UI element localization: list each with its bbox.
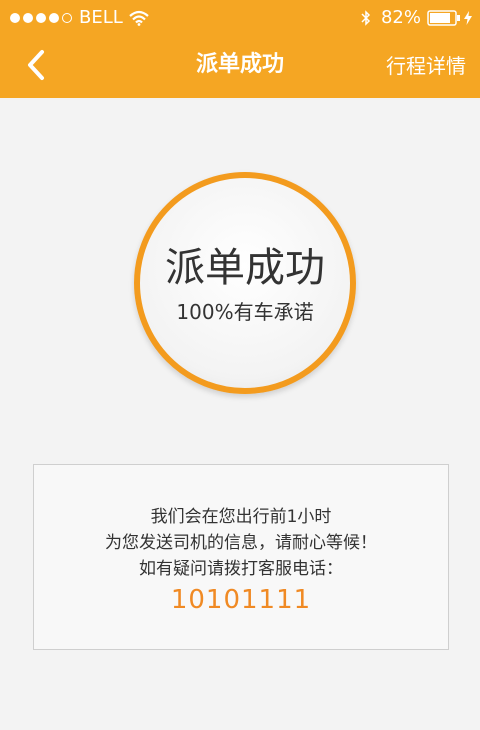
charging-icon	[464, 11, 472, 25]
success-title: 派单成功	[165, 245, 325, 291]
wifi-icon	[129, 10, 149, 26]
customer-service-phone[interactable]: 10101111	[34, 583, 448, 617]
battery-icon	[427, 10, 460, 26]
header: BELL 82% 派单成功 行程详情	[0, 0, 480, 98]
info-box: 我们会在您出行前1小时 为您发送司机的信息，请耐心等候！ 如有疑问请拨打客服电话…	[33, 464, 449, 650]
status-right: 82%	[361, 8, 472, 28]
signal-indicator: BELL	[10, 8, 149, 28]
bluetooth-icon	[361, 10, 371, 26]
carrier-name: BELL	[79, 7, 123, 28]
trip-details-link[interactable]: 行程详情	[386, 52, 466, 80]
signal-dot	[49, 13, 59, 23]
info-line-1: 我们会在您出行前1小时	[150, 507, 332, 527]
info-line-2: 为您发送司机的信息，请耐心等候！	[105, 533, 377, 553]
signal-dot	[23, 13, 33, 23]
status-bar: BELL 82%	[0, 0, 480, 36]
nav-bar: 派单成功 行程详情	[0, 36, 480, 98]
success-subtitle: 100%有车承诺	[176, 300, 314, 324]
battery-percentage: 82%	[380, 7, 421, 28]
success-badge: 派单成功 100%有车承诺	[134, 172, 356, 394]
signal-dot	[36, 13, 46, 23]
info-line-3: 如有疑问请拨打客服电话：	[139, 559, 343, 579]
signal-dot-empty	[62, 13, 72, 23]
signal-dot	[10, 13, 20, 23]
